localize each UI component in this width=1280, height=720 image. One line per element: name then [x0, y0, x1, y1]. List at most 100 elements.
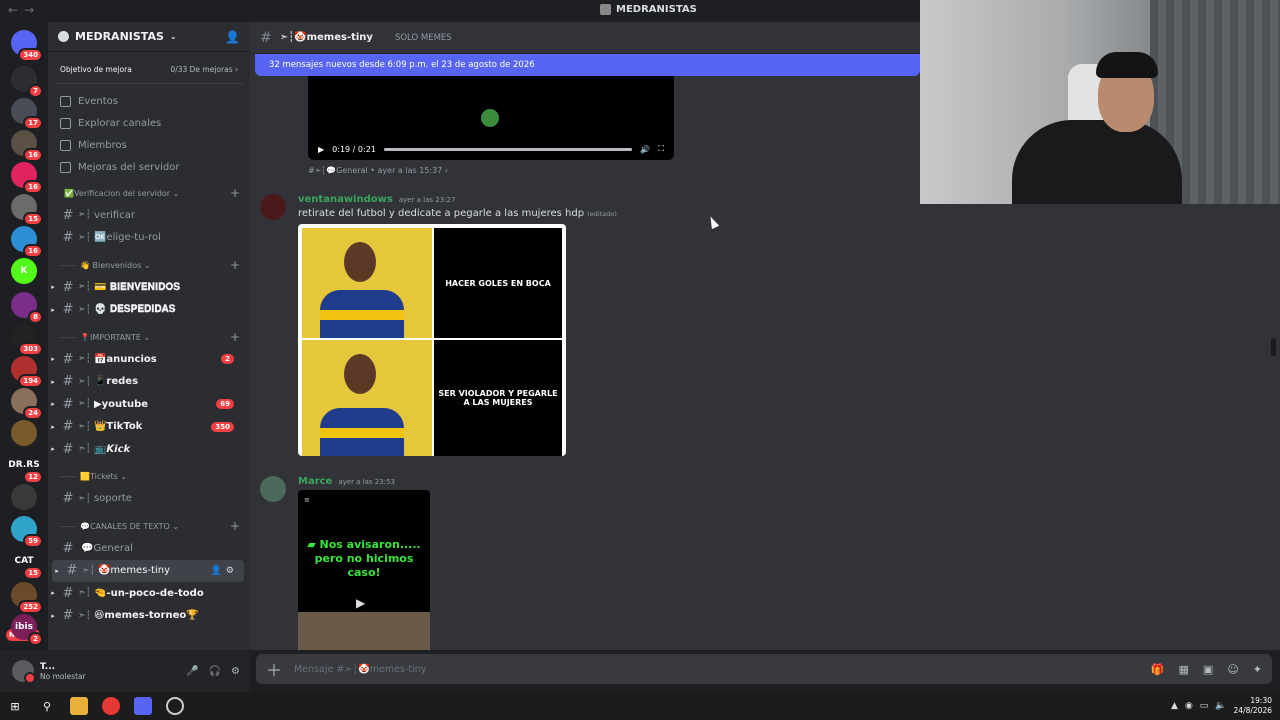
server-icon[interactable]: 16: [11, 162, 43, 194]
avatar[interactable]: [260, 194, 286, 220]
add-channel-icon[interactable]: +: [230, 258, 240, 272]
channel-item[interactable]: # ➣┆ soporte: [48, 488, 244, 511]
add-channel-icon[interactable]: +: [230, 519, 240, 533]
sidebar-nav-label: Explorar canales: [78, 117, 162, 129]
message-input[interactable]: Mensaje #➣┆🤡memes-tiny: [294, 664, 426, 675]
server-icon[interactable]: [11, 420, 37, 446]
server-icon[interactable]: 24: [11, 388, 43, 420]
channel-item[interactable]: ▸ # ➣┆ 📅anuncios 2: [48, 348, 244, 371]
server-icon[interactable]: 252: [11, 582, 43, 614]
video-attachment[interactable]: ≡ ▰ Nos avisaron..... pero no hicimos cas…: [298, 490, 430, 650]
sidebar-nav-item[interactable]: Eventos: [48, 90, 250, 112]
back-arrow-icon[interactable]: ←: [8, 3, 24, 17]
settings-gear-icon[interactable]: ⚙: [231, 666, 240, 677]
channel-item[interactable]: ▸ # ➣┆ 👑TikTok 350: [48, 416, 244, 439]
volume-icon[interactable]: 🔊: [640, 145, 650, 154]
apps-icon[interactable]: ✦: [1253, 663, 1262, 676]
message-author[interactable]: ventanawindows ayer a las 23:27: [298, 194, 455, 205]
fullscreen-icon[interactable]: ⛶: [658, 144, 664, 154]
avatar[interactable]: [12, 660, 36, 684]
server-icon[interactable]: 15: [11, 194, 43, 226]
channel-category[interactable]: —— 👋 Bienvenidos ⌄ +: [48, 254, 250, 276]
sidebar-nav-item[interactable]: Explorar canales: [48, 112, 250, 134]
emoji-icon[interactable]: ☺: [1227, 663, 1238, 676]
scrollbar[interactable]: [1271, 338, 1276, 356]
invite-people-icon[interactable]: 👤: [225, 30, 240, 44]
forward-arrow-icon[interactable]: →: [24, 3, 40, 17]
server-icon[interactable]: [11, 484, 37, 510]
steam-icon[interactable]: ◉: [1185, 701, 1193, 711]
play-icon[interactable]: ▶: [356, 596, 365, 610]
microphone-icon[interactable]: 🎤: [186, 666, 198, 677]
boost-goal-progress: 0/33 De mejoras: [170, 65, 238, 74]
channel-category[interactable]: —— 📍IMPORTANTE ⌄ +: [48, 326, 250, 348]
server-icon[interactable]: ibis 2: [11, 614, 43, 646]
gif-icon[interactable]: ▦: [1179, 663, 1189, 676]
channel-label: verificar: [93, 209, 135, 221]
channel-item[interactable]: ▸ # ➣┆ 😆memes-torneo🏆: [48, 605, 244, 628]
channel-item[interactable]: # ➣┆ verificar: [48, 204, 244, 227]
video-player[interactable]: ▶ 0:19 / 0:21 🔊 ⛶: [308, 76, 674, 160]
add-channel-icon[interactable]: +: [230, 330, 240, 344]
discord-home-icon[interactable]: 340: [11, 30, 43, 62]
avatar[interactable]: [260, 476, 286, 502]
channel-category[interactable]: —— 💬CANALES DE TEXTO ⌄ +: [48, 515, 250, 537]
discord-icon[interactable]: [134, 697, 152, 715]
file-explorer-icon[interactable]: [70, 697, 88, 715]
chrome-icon[interactable]: [102, 697, 120, 715]
channel-item[interactable]: ▸ # ➣┆ 🤏-un-poco-de-todo: [48, 582, 244, 605]
new-messages-bar[interactable]: 32 mensajes nuevos desde 6:09 p.m. el 23…: [255, 54, 920, 76]
forwarded-from[interactable]: #➣┆💬General • ayer a las 15:37 ›: [308, 166, 448, 175]
channel-item[interactable]: ▸ # ➣┆ 📺𝙆𝙞𝙘𝙠: [48, 438, 244, 461]
user-panel: T... No molestar 🎤 🎧 ⚙: [0, 650, 250, 692]
channel-item[interactable]: ▸ # ➣┆ 💳 𝐁𝐈𝐄𝐍𝐕𝐄𝐍𝐈𝐃𝐎𝐒: [48, 276, 244, 299]
gear-icon[interactable]: ⚙: [226, 566, 234, 576]
message-composer[interactable]: ＋ Mensaje #➣┆🤡memes-tiny 🎁 ▦ ▣ ☺ ✦: [256, 654, 1272, 684]
sidebar-nav-item[interactable]: Mejoras del servidor: [48, 156, 250, 178]
clock[interactable]: 19:30 24/8/2026: [1234, 696, 1272, 716]
server-header[interactable]: MEDRANISTAS ⌄ 👤: [48, 22, 250, 52]
add-channel-icon[interactable]: +: [230, 186, 240, 200]
meme-image[interactable]: HACER GOLES EN BOCA SER VIOLADOR Y PEGAR…: [298, 224, 566, 456]
play-icon[interactable]: ▶: [318, 145, 324, 154]
channel-label: 📺𝙆𝙞𝙘𝙠: [93, 443, 131, 455]
boost-goal[interactable]: Objetivo de mejora 0/33 De mejoras: [54, 56, 244, 84]
server-icon[interactable]: 16: [11, 226, 43, 258]
channel-item[interactable]: ▸ # ➣┆ 💀 𝐃𝐄𝐒𝐏𝐄𝐃𝐈𝐃𝐀𝐒: [48, 299, 244, 322]
gift-icon[interactable]: 🎁: [1151, 663, 1165, 676]
volume-icon[interactable]: 🔈: [1215, 701, 1226, 711]
triangle-logo-icon[interactable]: 7: [11, 66, 43, 98]
channel-item[interactable]: ▸ # ➣┆ 📱redes: [48, 371, 244, 394]
hashtag-icon: #: [62, 540, 74, 556]
sticker-icon[interactable]: ▣: [1203, 663, 1213, 676]
invite-icon[interactable]: 👤: [211, 566, 222, 576]
channel-item[interactable]: # 💬General: [48, 537, 244, 560]
server-icon[interactable]: CAT 15: [11, 548, 43, 580]
message-author[interactable]: Marce ayer a las 23:53: [298, 476, 395, 487]
server-icon[interactable]: 17: [11, 98, 43, 130]
channel-label: soporte: [93, 493, 132, 505]
kick-icon[interactable]: K: [11, 258, 37, 284]
nvidia-icon[interactable]: ▲: [1171, 701, 1178, 711]
server-icon[interactable]: 8: [11, 292, 43, 324]
search-icon[interactable]: ⚲: [38, 697, 56, 715]
video-seek-bar[interactable]: [383, 147, 633, 151]
server-icon[interactable]: 16: [11, 130, 43, 162]
server-icon[interactable]: DR.RS 12: [8, 452, 43, 484]
channel-item[interactable]: # ➣┆ 🆗elige-tu-rol: [48, 227, 244, 250]
channel-item[interactable]: ▸ # ➣┆ ▶youtube 69: [48, 393, 244, 416]
network-icon[interactable]: ▭: [1200, 701, 1209, 711]
channel-category[interactable]: —— 🟨Tickets ⌄: [48, 466, 250, 488]
server-icon[interactable]: 303: [11, 324, 43, 356]
channel-category[interactable]: ✅Verificacion del servidor ⌄ +: [48, 182, 250, 204]
server-icon[interactable]: 59: [11, 516, 43, 548]
channel-item[interactable]: ▸ # ➣┆ 🤡memes-tiny 👤 ⚙: [52, 559, 244, 582]
obs-icon[interactable]: [166, 697, 184, 715]
sidebar-nav-item[interactable]: Miembros: [48, 134, 250, 156]
server-icon[interactable]: 194: [11, 356, 43, 388]
windows-start-icon[interactable]: ⊞: [6, 697, 24, 715]
history-nav[interactable]: ←→: [8, 3, 40, 17]
calendar-icon: [60, 95, 71, 107]
headphones-icon[interactable]: 🎧: [209, 666, 221, 677]
add-attachment-icon[interactable]: ＋: [266, 657, 282, 681]
